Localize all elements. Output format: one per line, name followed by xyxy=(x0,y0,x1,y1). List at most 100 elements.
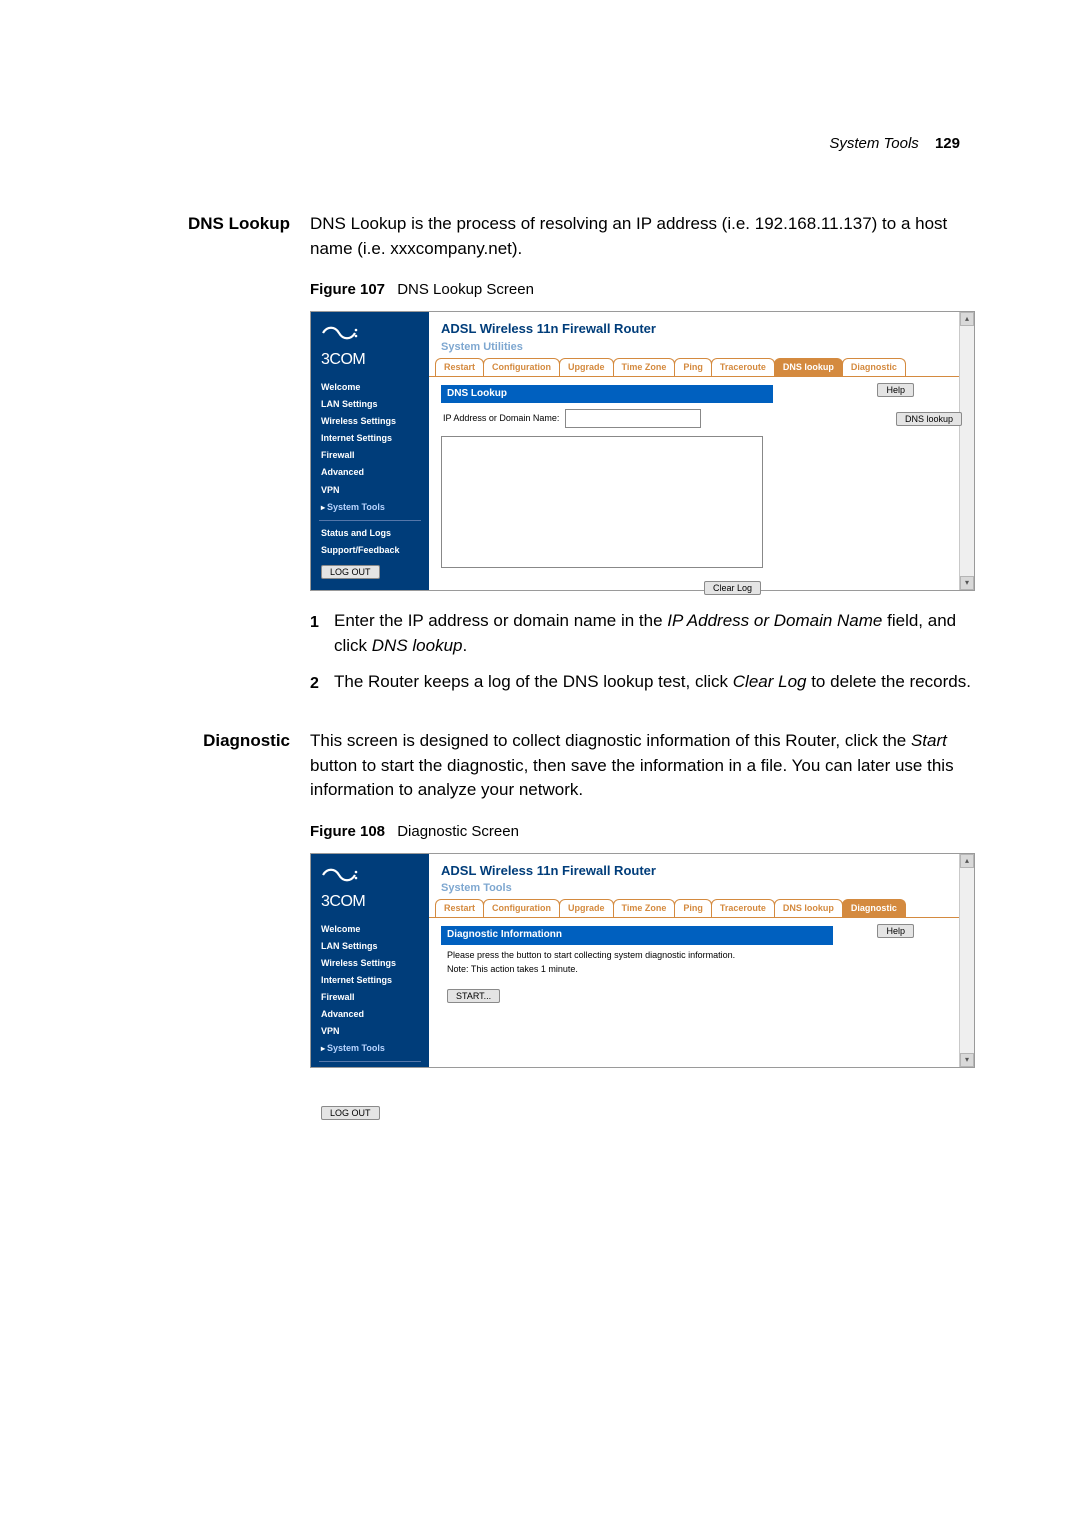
figure-text-108: Diagnostic Screen xyxy=(397,823,519,840)
scroll-down-icon[interactable]: ▾ xyxy=(960,1053,974,1067)
diag-line1: Please press the button to start collect… xyxy=(441,945,962,962)
step-text: Enter the IP address or domain name in t… xyxy=(334,611,667,630)
diag-line2: Note: This action takes 1 minute. xyxy=(441,962,962,982)
router-sidebar: 3COM Welcome LAN Settings Wireless Setti… xyxy=(311,854,429,1067)
step-text: . xyxy=(463,636,468,655)
tab-ping[interactable]: Ping xyxy=(674,358,712,376)
para-text: This screen is designed to collect diagn… xyxy=(310,731,911,750)
para-text: button to start the diagnostic, then sav… xyxy=(310,756,954,800)
sidebar-item-advanced[interactable]: Advanced xyxy=(311,464,429,481)
sidebar-item-system-tools[interactable]: System Tools xyxy=(311,499,429,516)
sidebar-item-status-logs[interactable]: Status and Logs xyxy=(311,1066,429,1083)
tab-upgrade[interactable]: Upgrade xyxy=(559,899,614,917)
document-page: System Tools 129 DNS Lookup DNS Lookup i… xyxy=(0,0,1080,1527)
sidebar-item-welcome[interactable]: Welcome xyxy=(311,379,429,396)
figure-label-107: Figure 107 xyxy=(310,281,385,298)
router-title: ADSL Wireless 11n Firewall Router xyxy=(441,862,962,881)
para-em: Start xyxy=(911,731,947,750)
brand-name: 3COM xyxy=(311,348,429,379)
sidebar-divider xyxy=(319,520,421,521)
sidebar-item-wireless-settings[interactable]: Wireless Settings xyxy=(311,413,429,430)
dns-panel: Help DNS Lookup IP Address or Domain Nam… xyxy=(429,377,974,590)
help-button[interactable]: Help xyxy=(877,383,914,397)
figure-caption-108: Figure 108 Diagnostic Screen xyxy=(310,821,975,843)
header-page-number: 129 xyxy=(935,135,960,152)
tab-time-zone[interactable]: Time Zone xyxy=(613,899,676,917)
sidebar-item-advanced[interactable]: Advanced xyxy=(311,1006,429,1023)
sidebar-item-support-feedback[interactable]: Support/Feedback xyxy=(311,542,429,559)
panel-title-dns: DNS Lookup xyxy=(441,385,773,404)
step-em: DNS lookup xyxy=(372,636,463,655)
scroll-up-icon[interactable]: ▴ xyxy=(960,312,974,326)
router-sidebar: 3COM Welcome LAN Settings Wireless Setti… xyxy=(311,312,429,590)
figure-text-107: DNS Lookup Screen xyxy=(397,281,534,298)
tab-restart[interactable]: Restart xyxy=(435,899,484,917)
brand-name: 3COM xyxy=(311,890,429,921)
tab-bar: Restart Configuration Upgrade Time Zone … xyxy=(429,358,974,377)
field-label-ip-domain: IP Address or Domain Name: xyxy=(443,412,559,425)
dns-steps-list: Enter the IP address or domain name in t… xyxy=(310,609,975,695)
tab-diagnostic[interactable]: Diagnostic xyxy=(842,358,906,376)
panel-title-diagnostic: Diagnostic Informationn xyxy=(441,926,833,945)
logout-button[interactable]: LOG OUT xyxy=(321,1106,380,1120)
sidebar-item-internet-settings[interactable]: Internet Settings xyxy=(311,972,429,989)
sidebar-item-internet-settings[interactable]: Internet Settings xyxy=(311,430,429,447)
tab-dns-lookup[interactable]: DNS lookup xyxy=(774,899,843,917)
page-header: System Tools 129 xyxy=(120,135,960,152)
brand-logo-icon xyxy=(311,318,429,348)
router-subtitle: System Utilities xyxy=(441,340,962,356)
sidebar-item-vpn[interactable]: VPN xyxy=(311,482,429,499)
tab-time-zone[interactable]: Time Zone xyxy=(613,358,676,376)
step-em: Clear Log xyxy=(733,672,807,691)
sidebar-item-wireless-settings[interactable]: Wireless Settings xyxy=(311,955,429,972)
sidebar-item-vpn[interactable]: VPN xyxy=(311,1023,429,1040)
diagnostic-paragraph: This screen is designed to collect diagn… xyxy=(310,729,975,803)
section-body-diagnostic: This screen is designed to collect diagn… xyxy=(310,729,975,1068)
tab-upgrade[interactable]: Upgrade xyxy=(559,358,614,376)
router-subtitle: System Tools xyxy=(441,881,962,897)
tab-configuration[interactable]: Configuration xyxy=(483,358,560,376)
tab-configuration[interactable]: Configuration xyxy=(483,899,560,917)
ip-domain-input[interactable] xyxy=(565,409,701,428)
tab-ping[interactable]: Ping xyxy=(674,899,712,917)
scroll-up-icon[interactable]: ▴ xyxy=(960,854,974,868)
sidebar-item-support-feedback[interactable]: Support/Feedback xyxy=(311,1083,429,1100)
router-main: ADSL Wireless 11n Firewall Router System… xyxy=(429,854,974,1067)
help-button[interactable]: Help xyxy=(877,924,914,938)
screenshot-dns-lookup: ▴ ▾ 3COM Welcome L xyxy=(310,311,975,591)
list-item: The Router keeps a log of the DNS lookup… xyxy=(310,670,975,695)
figure-caption-107: Figure 107 DNS Lookup Screen xyxy=(310,279,975,301)
section-heading-diagnostic: Diagnostic xyxy=(120,729,310,1068)
sidebar-item-lan-settings[interactable]: LAN Settings xyxy=(311,396,429,413)
sidebar-item-welcome[interactable]: Welcome xyxy=(311,921,429,938)
sidebar-item-lan-settings[interactable]: LAN Settings xyxy=(311,938,429,955)
logout-button[interactable]: LOG OUT xyxy=(321,565,380,579)
tab-traceroute[interactable]: Traceroute xyxy=(711,358,775,376)
dns-paragraph: DNS Lookup is the process of resolving a… xyxy=(310,212,975,261)
section-diagnostic: Diagnostic This screen is designed to co… xyxy=(120,729,960,1068)
screenshot-diagnostic: ▴ ▾ 3COM Welcome L xyxy=(310,853,975,1068)
sidebar-divider xyxy=(319,1061,421,1062)
step-em: IP Address or Domain Name xyxy=(667,611,882,630)
brand-logo-icon xyxy=(311,860,429,890)
sidebar-item-firewall[interactable]: Firewall xyxy=(311,447,429,464)
step-text: The Router keeps a log of the DNS lookup… xyxy=(334,672,733,691)
tab-diagnostic[interactable]: Diagnostic xyxy=(842,899,906,917)
section-body-dns: DNS Lookup is the process of resolving a… xyxy=(310,212,975,721)
dns-lookup-button[interactable]: DNS lookup xyxy=(896,412,962,426)
sidebar-item-system-tools[interactable]: System Tools xyxy=(311,1040,429,1057)
tab-bar: Restart Configuration Upgrade Time Zone … xyxy=(429,899,974,918)
list-item: Enter the IP address or domain name in t… xyxy=(310,609,975,658)
clear-log-button[interactable]: Clear Log xyxy=(704,581,761,595)
header-section: System Tools xyxy=(829,135,918,152)
start-button[interactable]: START... xyxy=(447,989,500,1003)
sidebar-item-status-logs[interactable]: Status and Logs xyxy=(311,525,429,542)
tab-dns-lookup[interactable]: DNS lookup xyxy=(774,358,843,376)
step-text: to delete the records. xyxy=(806,672,970,691)
router-title: ADSL Wireless 11n Firewall Router xyxy=(441,320,962,339)
tab-traceroute[interactable]: Traceroute xyxy=(711,899,775,917)
sidebar-item-firewall[interactable]: Firewall xyxy=(311,989,429,1006)
section-heading-dns: DNS Lookup xyxy=(120,212,310,721)
tab-restart[interactable]: Restart xyxy=(435,358,484,376)
diagnostic-panel: Help Diagnostic Informationn Please pres… xyxy=(429,918,974,1016)
